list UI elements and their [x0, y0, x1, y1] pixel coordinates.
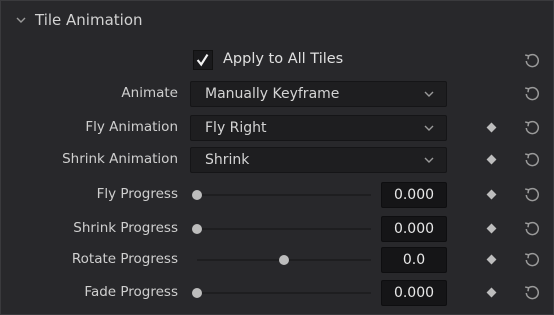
reset-icon[interactable] — [522, 118, 542, 138]
slider-knob[interactable] — [192, 190, 202, 200]
keyframe-diamond-icon[interactable] — [486, 154, 497, 165]
keyframe-diamond-icon[interactable] — [486, 189, 497, 200]
tile-animation-panel: Tile Animation Apply to All Tiles Animat… — [0, 0, 554, 315]
rotate-progress-row: Rotate Progress 0.0 — [1, 246, 553, 274]
rotate-progress-value: 0.0 — [402, 252, 426, 268]
fade-progress-label: Fade Progress — [84, 284, 178, 300]
shrink-progress-slider[interactable] — [192, 224, 371, 234]
shrink-animation-dropdown[interactable]: Shrink — [190, 147, 447, 173]
chevron-down-icon — [424, 157, 434, 163]
keyframe-diamond-icon[interactable] — [486, 223, 497, 234]
chevron-down-icon[interactable] — [15, 14, 27, 26]
animate-row: Animate Manually Keyframe — [1, 80, 553, 108]
shrink-animation-label: Shrink Animation — [62, 151, 178, 167]
fade-progress-input[interactable]: 0.000 — [381, 280, 447, 306]
animate-label: Animate — [121, 85, 178, 101]
animate-dropdown[interactable]: Manually Keyframe — [190, 81, 447, 107]
keyframe-diamond-icon[interactable] — [486, 254, 497, 265]
fly-progress-slider[interactable] — [192, 190, 371, 200]
fly-progress-row: Fly Progress 0.000 — [1, 181, 553, 209]
chevron-down-icon — [424, 125, 434, 131]
fly-animation-label: Fly Animation — [85, 119, 178, 135]
reset-icon[interactable] — [522, 219, 542, 239]
keyframe-diamond-icon[interactable] — [486, 122, 497, 133]
keyframe-diamond-icon[interactable] — [486, 287, 497, 298]
shrink-progress-input[interactable]: 0.000 — [381, 216, 447, 242]
reset-icon[interactable] — [522, 250, 542, 270]
slider-knob[interactable] — [192, 288, 202, 298]
reset-icon[interactable] — [522, 150, 542, 170]
shrink-animation-value: Shrink — [205, 152, 250, 168]
reset-icon[interactable] — [522, 84, 542, 104]
reset-icon[interactable] — [522, 185, 542, 205]
fly-progress-input[interactable]: 0.000 — [381, 182, 447, 208]
section-header[interactable]: Tile Animation — [1, 1, 553, 41]
section-title: Tile Animation — [35, 11, 143, 29]
fade-progress-row: Fade Progress 0.000 — [1, 279, 553, 307]
shrink-animation-row: Shrink Animation Shrink — [1, 146, 553, 174]
rotate-progress-slider[interactable] — [197, 255, 371, 265]
fly-animation-row: Fly Animation Fly Right — [1, 114, 553, 142]
fly-animation-dropdown[interactable]: Fly Right — [190, 115, 447, 141]
shrink-progress-value: 0.000 — [393, 221, 435, 237]
checkmark-icon — [196, 54, 209, 67]
rotate-progress-input[interactable]: 0.0 — [381, 247, 447, 273]
fade-progress-value: 0.000 — [393, 285, 435, 301]
shrink-progress-row: Shrink Progress 0.000 — [1, 215, 553, 243]
apply-all-row: Apply to All Tiles — [1, 47, 553, 75]
fade-progress-slider[interactable] — [192, 288, 371, 298]
fly-animation-value: Fly Right — [205, 120, 267, 136]
animate-value: Manually Keyframe — [205, 86, 340, 102]
shrink-progress-label: Shrink Progress — [73, 220, 178, 236]
chevron-down-icon — [424, 91, 434, 97]
fly-progress-value: 0.000 — [393, 187, 435, 203]
rotate-progress-label: Rotate Progress — [71, 251, 178, 267]
reset-icon[interactable] — [522, 283, 542, 303]
slider-knob[interactable] — [192, 224, 202, 234]
slider-knob[interactable] — [279, 255, 289, 265]
fly-progress-label: Fly Progress — [96, 186, 178, 202]
reset-icon[interactable] — [522, 51, 542, 71]
apply-all-checkbox[interactable] — [193, 50, 213, 70]
apply-all-label: Apply to All Tiles — [223, 51, 344, 67]
